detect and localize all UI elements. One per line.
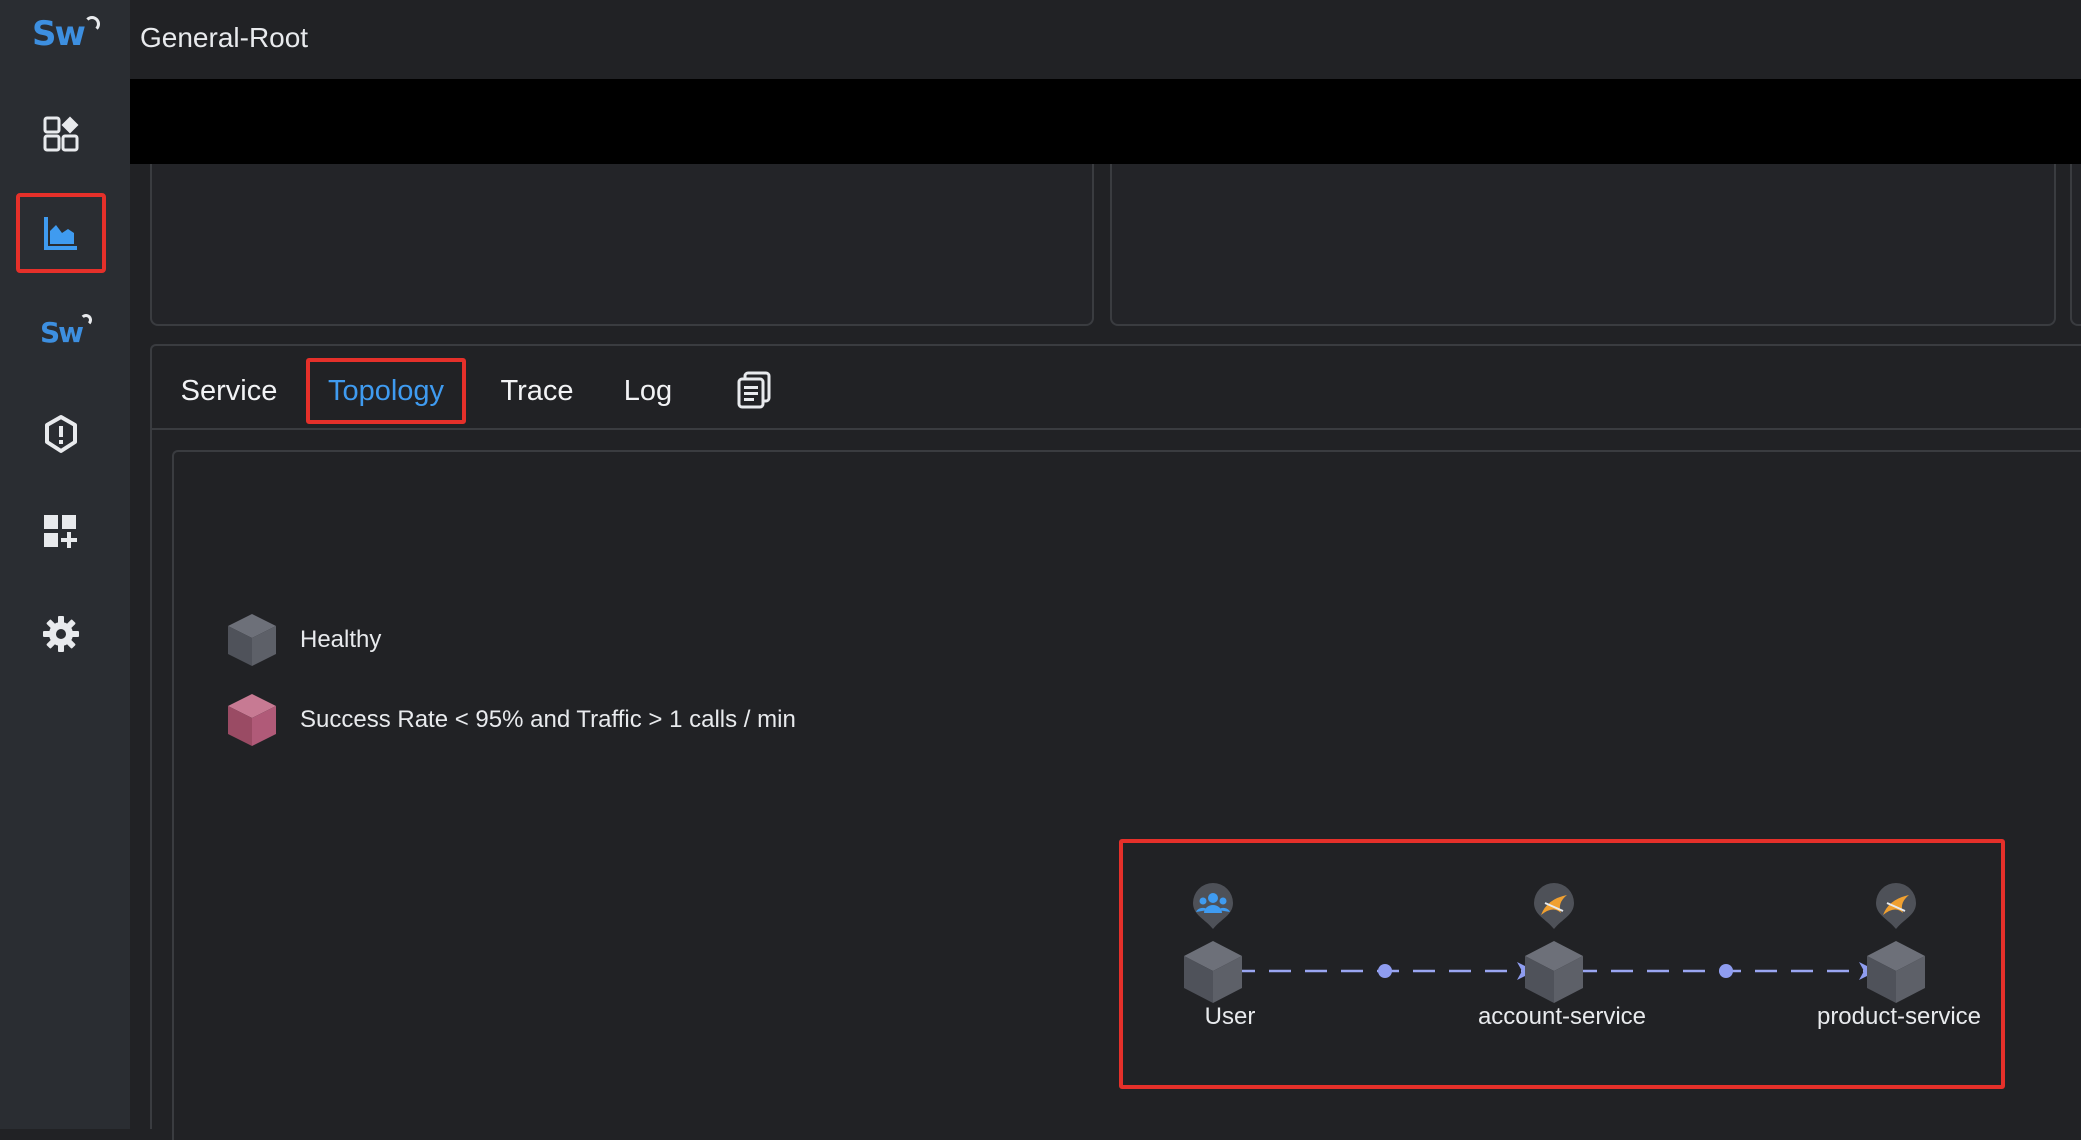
legend-unhealthy: Success Rate < 95% and Traffic > 1 calls… — [224, 692, 796, 748]
legend-healthy-label: Healthy — [300, 626, 382, 653]
logo-text: Sw — [32, 14, 86, 54]
copy-document-icon[interactable] — [736, 370, 772, 410]
edge-account-product[interactable] — [1575, 962, 1877, 980]
toolbar-strip — [130, 80, 2081, 164]
skywalking-label: Sw — [39, 315, 84, 349]
healthy-cube-icon — [228, 614, 276, 666]
node-label-product-service: product-service — [1816, 1003, 1982, 1030]
node-label-user: User — [1204, 1003, 1256, 1030]
add-widget-icon[interactable] — [16, 492, 106, 572]
widget-card — [2070, 164, 2081, 326]
sidebar: Sw Sw — [0, 0, 130, 1129]
edge-user-account[interactable] — [1233, 962, 1535, 980]
tab-trace[interactable]: Trace — [492, 358, 582, 424]
topology-node-user[interactable] — [1184, 883, 1242, 1003]
top-header: General-Root — [130, 0, 2081, 80]
tab-bar: Service Topology Trace Log — [152, 346, 2081, 430]
widget-card — [1110, 164, 2056, 326]
legend-unhealthy-label: Success Rate < 95% and Traffic > 1 calls… — [300, 706, 796, 733]
chart-icon[interactable] — [16, 193, 106, 273]
dashboard-icon[interactable] — [16, 94, 106, 174]
unhealthy-cube-icon — [228, 694, 276, 746]
tab-topology[interactable]: Topology — [306, 358, 466, 424]
tab-service[interactable]: Service — [172, 358, 286, 424]
widget-card — [150, 164, 1094, 326]
tab-log[interactable]: Log — [612, 358, 684, 424]
settings-gear-icon[interactable] — [16, 594, 106, 674]
topology-graph: User account-service product-service — [1119, 839, 2005, 1089]
skywalking-logo[interactable]: Sw — [32, 14, 100, 54]
legend-healthy: Healthy — [224, 612, 381, 668]
skywalking-icon[interactable]: Sw — [16, 292, 106, 372]
topology-node-product-service[interactable] — [1867, 883, 1925, 1003]
alert-shield-icon[interactable] — [16, 394, 106, 474]
node-label-account-service: account-service — [1477, 1003, 1647, 1030]
topology-node-account-service[interactable] — [1525, 883, 1583, 1003]
page-title: General-Root — [140, 22, 309, 53]
